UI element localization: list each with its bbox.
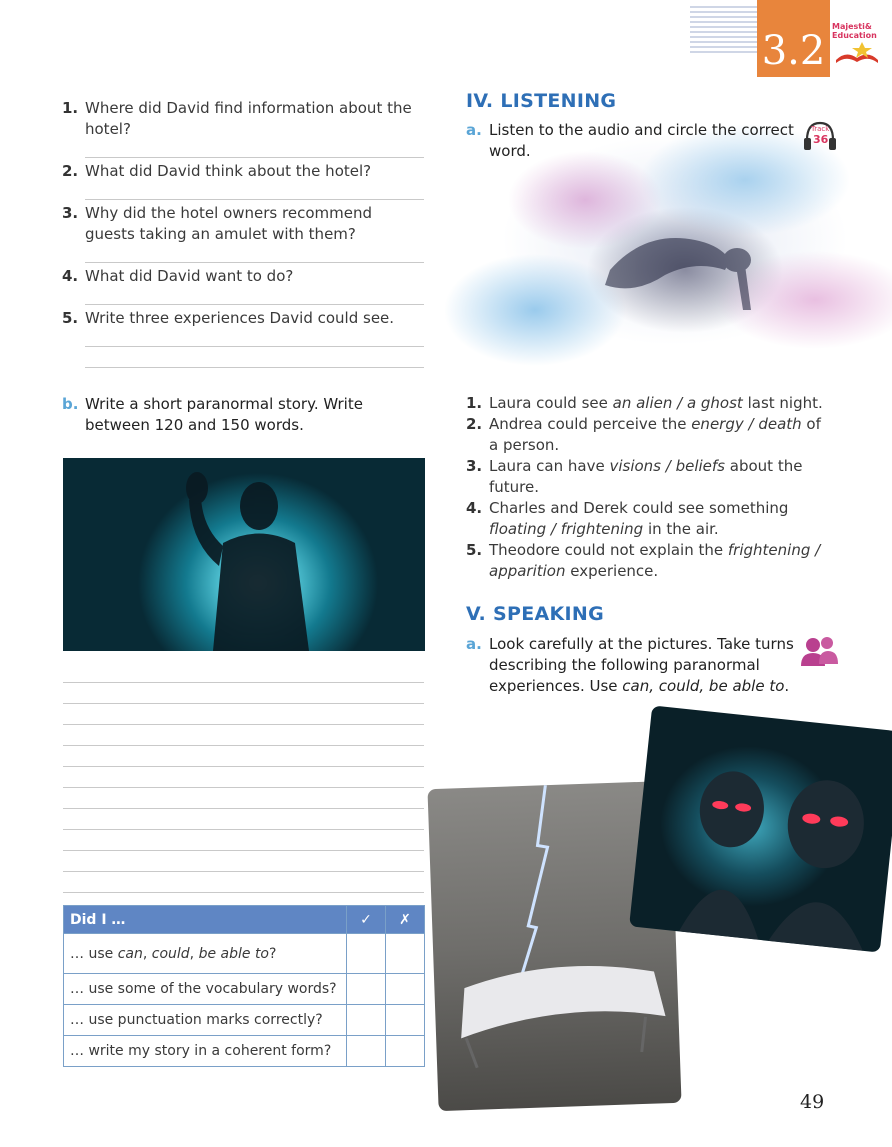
table-header-row: Did I … ✓ ✗ (63, 905, 425, 934)
answer-line[interactable] (85, 262, 424, 263)
question-number: 4. (62, 267, 79, 285)
instruction-text: Listen to the audio and circle the corre… (489, 121, 794, 160)
writing-line[interactable] (63, 703, 424, 704)
speaking-instruction: a. Look carefully at the pictures. Take … (466, 634, 796, 697)
page-number: 49 (800, 1091, 825, 1113)
checklist-item: … use some of the vocabulary words? (63, 973, 347, 1005)
writing-line[interactable] (63, 724, 424, 725)
aliens-illustration (678, 771, 864, 951)
item-text: Laura could see an alien / a ghost last … (489, 394, 823, 412)
question-item: 4. What did David want to do? (62, 266, 424, 287)
unit-number: 3.2 (761, 28, 826, 74)
table-row: … use some of the vocabulary words? (63, 973, 425, 1005)
question-text: Where did David find information about t… (85, 99, 412, 138)
aliens-picture (629, 705, 892, 953)
cross-box[interactable] (385, 973, 425, 1005)
check-box[interactable] (346, 1035, 386, 1067)
cross-box[interactable] (385, 933, 425, 974)
instruction-text: Look carefully at the pictures. Take tur… (489, 635, 794, 695)
answer-options[interactable]: floating / frightening (489, 520, 643, 538)
writing-line[interactable] (63, 892, 424, 893)
item-text: Laura can have visions / beliefs about t… (489, 457, 803, 496)
section-title-speaking: V. SPEAKING (466, 603, 604, 625)
item-number: 1. (466, 394, 483, 412)
task-letter: b. (62, 395, 79, 413)
answer-options[interactable]: energy / death (691, 415, 801, 433)
check-mark-header: ✓ (346, 905, 386, 934)
writing-line[interactable] (63, 745, 424, 746)
logo-line-2: Education (832, 31, 877, 40)
question-item: 3. Why did the hotel owners recommend gu… (62, 203, 424, 245)
list-item: 5. Theodore could not explain the fright… (466, 540, 826, 582)
self-check-table: Did I … ✓ ✗ … use can, could, be able to… (63, 905, 425, 1067)
item-number: 2. (466, 415, 483, 433)
table-row: … use punctuation marks correctly? (63, 1004, 425, 1036)
item-number: 4. (466, 499, 483, 517)
question-number: 5. (62, 309, 79, 327)
checklist-item: … write my story in a coherent form? (63, 1035, 347, 1067)
check-box[interactable] (346, 1004, 386, 1036)
publisher-logo: Majesti& Education (832, 22, 887, 67)
audio-track-button[interactable]: Track 36 (802, 120, 838, 152)
question-text: Write three experiences David could see. (85, 309, 395, 327)
list-item: 3. Laura can have visions / beliefs abou… (466, 456, 826, 498)
question-text: What did David want to do? (85, 267, 294, 285)
item-number: 3. (466, 457, 483, 475)
cross-mark-header: ✗ (385, 905, 425, 934)
track-number: 36 (813, 133, 829, 146)
item-number: 5. (466, 541, 483, 559)
listening-instruction: a. Listen to the audio and circle the co… (466, 120, 796, 162)
item-text: Theodore could not explain the frighteni… (489, 541, 821, 580)
question-number: 3. (62, 204, 79, 222)
table-header: Did I … (63, 905, 347, 934)
answer-line[interactable] (85, 199, 424, 200)
item-text: Charles and Derek could see something fl… (489, 499, 789, 538)
checklist-item: … use punctuation marks correctly? (63, 1004, 347, 1036)
list-item: 1. Laura could see an alien / a ghost la… (466, 393, 826, 414)
writing-line[interactable] (63, 682, 424, 683)
question-text: What did David think about the hotel? (85, 162, 372, 180)
answer-line[interactable] (85, 346, 424, 347)
cross-box[interactable] (385, 1004, 425, 1036)
table-row: … use can, could, be able to? (63, 933, 425, 974)
question-number: 2. (62, 162, 79, 180)
item-text: Andrea could perceive the energy / death… (489, 415, 821, 454)
section-title-listening: IV. LISTENING (466, 90, 617, 112)
checklist-item: … use can, could, be able to? (63, 933, 347, 974)
answer-options[interactable]: visions / beliefs (609, 457, 725, 475)
writing-line[interactable] (63, 850, 424, 851)
book-icon (836, 42, 878, 63)
question-text: Why did the hotel owners recommend guest… (85, 204, 372, 243)
writing-line[interactable] (63, 787, 424, 788)
question-item: 2. What did David think about the hotel? (62, 161, 424, 182)
check-box[interactable] (346, 973, 386, 1005)
answer-line[interactable] (85, 304, 424, 305)
answer-line[interactable] (85, 367, 424, 368)
answer-line[interactable] (85, 157, 424, 158)
writing-task: b. Write a short paranormal story. Write… (62, 394, 422, 436)
list-item: 2. Andrea could perceive the energy / de… (466, 414, 826, 456)
pair-work-icon (800, 634, 840, 668)
writing-line[interactable] (63, 766, 424, 767)
silhouette-photo (63, 458, 425, 651)
writing-line[interactable] (63, 808, 424, 809)
figure-silhouette (186, 472, 309, 651)
writing-line[interactable] (63, 871, 424, 872)
task-letter: a. (466, 635, 482, 653)
question-number: 1. (62, 99, 79, 117)
check-box[interactable] (346, 933, 386, 974)
question-item: 1. Where did David find information abou… (62, 98, 424, 140)
question-item: 5. Write three experiences David could s… (62, 308, 424, 329)
task-letter: a. (466, 121, 482, 139)
list-item: 4. Charles and Derek could see something… (466, 498, 826, 540)
logo-line-1: Majesti& (832, 22, 872, 31)
writing-line[interactable] (63, 829, 424, 830)
track-label: Track (811, 125, 830, 133)
table-row: … write my story in a coherent form? (63, 1035, 425, 1067)
task-instruction: Write a short paranormal story. Write be… (85, 395, 363, 434)
cross-box[interactable] (385, 1035, 425, 1067)
answer-options[interactable]: an alien / a ghost (613, 394, 743, 412)
